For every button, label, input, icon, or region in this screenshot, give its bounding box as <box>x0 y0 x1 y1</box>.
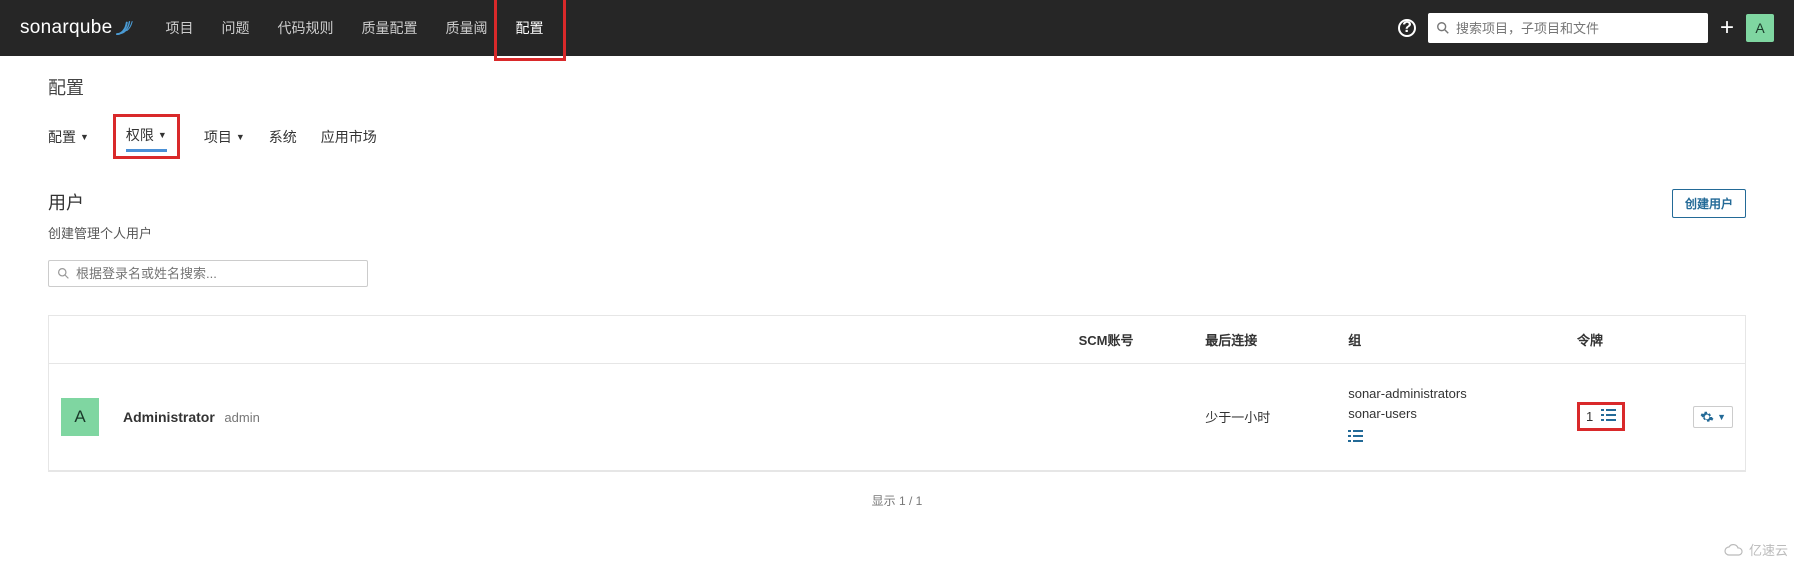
users-table: SCM账号 最后连接 组 令牌 A Administrator admin <box>49 316 1745 471</box>
user-filter[interactable] <box>48 260 368 287</box>
filter-row <box>48 260 1746 287</box>
chevron-down-icon: ▼ <box>158 130 167 140</box>
tokens-cell: 1 <box>1565 364 1681 471</box>
nav-rules[interactable]: 代码规则 <box>264 0 348 56</box>
watermark: 亿速云 <box>1723 540 1788 559</box>
row-actions-button[interactable]: ▼ <box>1693 406 1733 428</box>
table-footer: 显示 1 / 1 <box>48 492 1746 509</box>
table-row: A Administrator admin 少于一小时 sonar-admini… <box>49 364 1745 471</box>
group-item: sonar-administrators <box>1348 384 1553 404</box>
user-filter-input[interactable] <box>76 266 359 281</box>
col-user <box>49 316 1067 364</box>
subtab-label: 应用市场 <box>321 127 377 147</box>
user-cell: A Administrator admin <box>61 398 1055 436</box>
section-subtitle: 创建管理个人用户 <box>48 223 152 242</box>
list-icon[interactable] <box>1348 427 1363 450</box>
subtab-system[interactable]: 系统 <box>269 114 297 159</box>
gear-icon <box>1700 410 1714 424</box>
nav-quality-gates[interactable]: 质量阈 <box>432 0 502 56</box>
subtab-permissions[interactable]: 权限 ▼ <box>126 121 167 152</box>
logo-wave-icon <box>116 19 134 38</box>
subtab-label: 配置 <box>48 127 76 147</box>
brand-logo[interactable]: sonarqube <box>20 17 134 39</box>
nav-projects[interactable]: 项目 <box>152 0 208 56</box>
section-title: 用户 <box>48 189 152 215</box>
col-tokens: 令牌 <box>1565 316 1681 364</box>
col-scm: SCM账号 <box>1067 316 1194 364</box>
global-search[interactable] <box>1428 13 1708 43</box>
cloud-icon <box>1723 543 1745 557</box>
nav-quality-profiles[interactable]: 质量配置 <box>348 0 432 56</box>
actions-cell: ▼ <box>1681 364 1745 471</box>
chevron-down-icon: ▼ <box>236 132 245 142</box>
watermark-text: 亿速云 <box>1749 540 1788 559</box>
global-search-input[interactable] <box>1456 21 1700 36</box>
nav-right: ? + A <box>1398 13 1774 43</box>
scm-cell <box>1067 364 1194 471</box>
brand-text: sonarqube <box>20 17 113 39</box>
col-lastconn: 最后连接 <box>1193 316 1336 364</box>
list-icon <box>1601 409 1616 424</box>
nav-issues[interactable]: 问题 <box>208 0 264 56</box>
group-item: sonar-users <box>1348 404 1553 424</box>
section-header: 用户 创建管理个人用户 创建用户 <box>48 189 1746 242</box>
top-navigation: sonarqube 项目 问题 代码规则 质量配置 质量阈 配置 ? + A <box>0 0 1794 56</box>
subtab-config[interactable]: 配置 ▼ <box>48 114 89 159</box>
lastconn-cell: 少于一小时 <box>1193 364 1336 471</box>
search-icon <box>57 267 70 280</box>
users-table-card: SCM账号 最后连接 组 令牌 A Administrator admin <box>48 315 1746 472</box>
subtab-label: 权限 <box>126 125 154 145</box>
admin-sub-tabs: 配置 ▼ 权限 ▼ 项目 ▼ 系统 应用市场 <box>48 114 1746 159</box>
token-count-wrap[interactable]: 1 <box>1577 402 1625 431</box>
page-title: 配置 <box>48 74 1746 100</box>
nav-items: 项目 问题 代码规则 质量配置 质量阈 配置 <box>152 0 558 56</box>
user-row-avatar: A <box>61 398 99 436</box>
subtab-projects[interactable]: 项目 ▼ <box>204 114 245 159</box>
help-icon[interactable]: ? <box>1398 19 1416 37</box>
token-count: 1 <box>1586 409 1593 424</box>
user-avatar[interactable]: A <box>1746 14 1774 42</box>
groups-cell: sonar-administrators sonar-users <box>1336 364 1565 471</box>
search-icon <box>1436 21 1450 35</box>
page-content: 配置 配置 ▼ 权限 ▼ 项目 ▼ 系统 应用市场 用户 创建管理个人用户 创建用户 <box>0 56 1794 527</box>
user-name: Administrator <box>123 409 215 425</box>
subtab-label: 项目 <box>204 127 232 147</box>
chevron-down-icon: ▼ <box>1717 412 1726 422</box>
create-user-button[interactable]: 创建用户 <box>1672 189 1746 218</box>
col-actions <box>1681 316 1745 364</box>
subtab-label: 系统 <box>269 127 297 147</box>
col-groups: 组 <box>1336 316 1565 364</box>
create-icon[interactable]: + <box>1720 14 1734 42</box>
user-login: admin <box>224 410 259 425</box>
subtab-marketplace[interactable]: 应用市场 <box>321 114 377 159</box>
chevron-down-icon: ▼ <box>80 132 89 142</box>
nav-administration[interactable]: 配置 <box>502 0 558 56</box>
